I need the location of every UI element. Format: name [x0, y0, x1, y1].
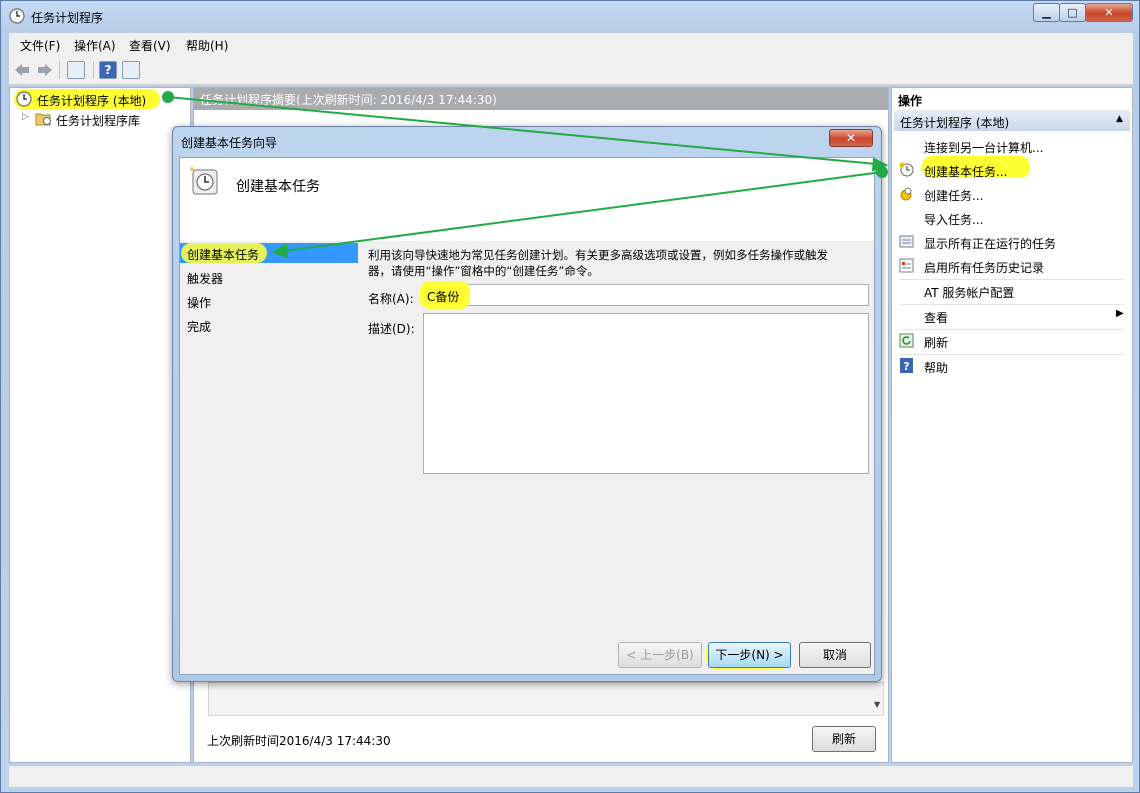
help-icon[interactable]: ?	[99, 61, 117, 79]
create-basic-task-wizard: 创建基本任务向导 ✕ 创建基本任务 创建基本任务 触发器 操作 完成 利用该向导…	[172, 126, 882, 682]
wizard-heading: 创建基本任务	[236, 179, 320, 195]
action-connect-label: 连接到另一台计算机...	[924, 141, 1044, 155]
running-tasks-icon	[899, 235, 914, 248]
action-refresh-label: 刷新	[924, 336, 949, 350]
status-bar	[9, 765, 1133, 787]
basic-task-icon	[899, 162, 914, 177]
action-at-service-label: AT 服务帐户配置	[924, 286, 1015, 300]
forward-arrow-icon[interactable]	[36, 61, 54, 79]
wizard-body: 创建基本任务 创建基本任务 触发器 操作 完成 利用该向导快速地为常见任务创建计…	[179, 157, 875, 675]
wizard-clock-icon	[189, 166, 218, 195]
clock-icon	[16, 91, 32, 107]
action-show-running[interactable]: 显示所有正在运行的任务	[892, 230, 1132, 254]
action-help-label: 帮助	[924, 361, 949, 375]
tree-library-label[interactable]: 任务计划程序库	[56, 112, 140, 129]
action-show-running-label: 显示所有正在运行的任务	[924, 237, 1057, 251]
maximize-button[interactable]: □	[1059, 3, 1086, 22]
back-button[interactable]: < 上一步(B)	[618, 642, 702, 668]
name-input[interactable]: C备份	[420, 281, 869, 309]
action-help[interactable]: ? 帮助	[892, 354, 1132, 378]
step-create-basic-task[interactable]: 创建基本任务	[180, 243, 358, 263]
action-import-task[interactable]: 导入任务...	[892, 206, 1132, 230]
actions-section-header[interactable]: 任务计划程序 (本地) ▲	[894, 110, 1130, 131]
menu-bar: 文件(F) 操作(A) 查看(V) 帮助(H)	[9, 33, 1133, 55]
title-bar[interactable]: 任务计划程序 ▁ □ ✕	[1, 1, 1139, 31]
clock-icon	[9, 8, 25, 24]
description-label: 描述(D):	[368, 322, 415, 336]
show-hide-tree-icon[interactable]	[67, 61, 85, 79]
summary-header-text: 任务计划程序摘要(上次刷新时间: 2016/4/3 17:44:30)	[200, 93, 497, 107]
step-action[interactable]: 操作	[187, 291, 357, 311]
minimize-button[interactable]: ▁	[1033, 3, 1060, 22]
actions-pane: 操作 任务计划程序 (本地) ▲ 连接到另一台计算机... 创建基本任务... …	[891, 87, 1133, 763]
actions-section-title: 任务计划程序 (本地)	[900, 116, 1010, 130]
dialog-title: 创建基本任务向导	[181, 136, 278, 150]
scroll-down-arrow-icon[interactable]: ▼	[874, 700, 880, 709]
wizard-steps: 创建基本任务 触发器 操作 完成	[180, 241, 358, 644]
folder-clock-icon	[35, 113, 51, 126]
action-create-task[interactable]: 创建任务...	[892, 182, 1132, 206]
step-label: 触发器	[187, 272, 224, 286]
step-label: 完成	[187, 320, 212, 334]
menu-file[interactable]: 文件(F)	[20, 37, 60, 54]
wizard-header: 创建基本任务	[180, 158, 874, 241]
action-view[interactable]: 查看 ▶	[892, 304, 1132, 328]
toolbar-divider	[59, 61, 60, 79]
submenu-arrow-icon: ▶	[1116, 308, 1124, 319]
step-trigger[interactable]: 触发器	[187, 267, 357, 287]
last-refresh-text: 上次刷新时间2016/4/3 17:44:30	[207, 734, 391, 748]
action-create-basic-task-label: 创建基本任务...	[924, 165, 1008, 179]
action-create-task-label: 创建任务...	[924, 189, 984, 203]
show-action-pane-icon[interactable]	[122, 61, 140, 79]
action-at-service[interactable]: AT 服务帐户配置	[892, 279, 1132, 303]
close-button[interactable]: ✕	[1085, 3, 1133, 22]
wizard-intro-line2: 器，请使用“操作”窗格中的“创建任务”命令。	[368, 264, 599, 278]
name-input-value: C备份	[427, 290, 460, 304]
next-button[interactable]: 下一步(N) >	[708, 642, 791, 668]
window-title: 任务计划程序	[31, 11, 104, 25]
toolbar-divider	[93, 61, 94, 79]
actions-pane-title: 操作	[898, 94, 923, 108]
toolbar: ?	[9, 55, 1133, 85]
tree-pane: 任务计划程序 (本地) ▷ 任务计划程序库	[9, 87, 191, 763]
name-label: 名称(A):	[368, 292, 414, 306]
back-arrow-icon[interactable]	[13, 61, 31, 79]
refresh-button[interactable]: 刷新	[812, 726, 876, 752]
summary-scroll-area[interactable]	[208, 682, 884, 716]
dialog-close-button[interactable]: ✕	[829, 129, 873, 147]
menu-view[interactable]: 查看(V)	[129, 37, 171, 54]
action-connect[interactable]: 连接到另一台计算机...	[892, 134, 1132, 158]
expand-arrow-icon[interactable]: ▷	[22, 112, 29, 122]
action-enable-history[interactable]: 启用所有任务历史记录	[892, 254, 1132, 278]
cancel-button[interactable]: 取消	[799, 642, 871, 668]
description-input[interactable]	[423, 313, 869, 474]
step-label: 操作	[187, 296, 212, 310]
svg-text:?: ?	[903, 360, 909, 373]
create-task-icon	[900, 187, 912, 201]
step-finish[interactable]: 完成	[187, 315, 357, 335]
action-enable-history-label: 启用所有任务历史记录	[924, 261, 1045, 275]
help-icon: ?	[900, 358, 913, 373]
history-icon	[899, 258, 914, 273]
menu-action[interactable]: 操作(A)	[74, 37, 116, 54]
step-label: 创建基本任务	[187, 248, 260, 262]
action-import-task-label: 导入任务...	[924, 213, 984, 227]
action-refresh[interactable]: 刷新	[892, 329, 1132, 353]
summary-header: 任务计划程序摘要(上次刷新时间: 2016/4/3 17:44:30)	[194, 88, 888, 110]
action-view-label: 查看	[924, 311, 949, 325]
wizard-intro-line1: 利用该向导快速地为常见任务创建计划。有关更多高级选项或设置，例如多任务操作或触发	[368, 248, 828, 262]
wizard-button-bar: < 上一步(B) 下一步(N) > 取消	[180, 641, 874, 674]
collapse-arrow-icon[interactable]: ▲	[1116, 114, 1123, 124]
action-create-basic-task[interactable]: 创建基本任务...	[892, 158, 1132, 182]
wizard-content: 利用该向导快速地为常见任务创建计划。有关更多高级选项或设置，例如多任务操作或触发…	[364, 241, 872, 644]
tree-root-label[interactable]: 任务计划程序 (本地)	[37, 92, 146, 109]
refresh-icon	[899, 333, 914, 348]
menu-help[interactable]: 帮助(H)	[186, 37, 228, 54]
